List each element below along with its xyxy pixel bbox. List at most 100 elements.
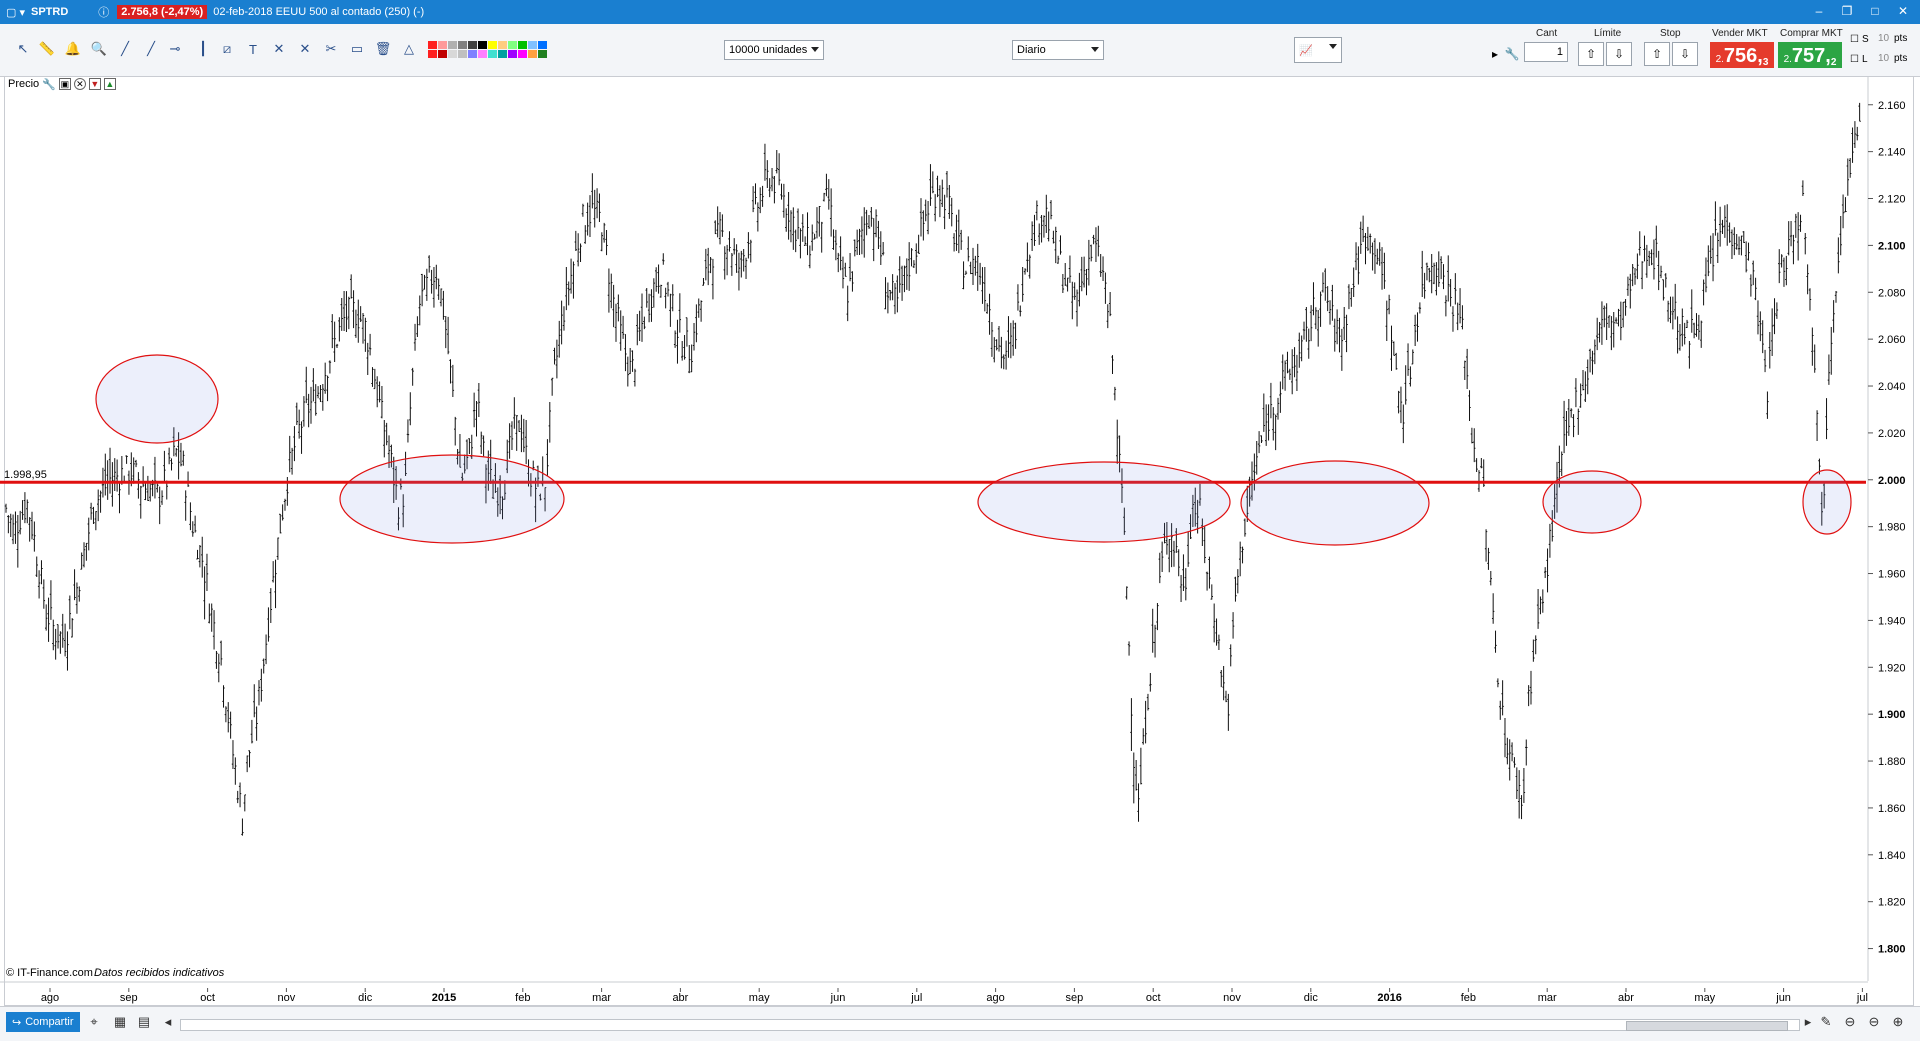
- vertical-line-icon[interactable]: ┃: [194, 40, 212, 58]
- segment-icon[interactable]: ╱: [116, 40, 134, 58]
- ohlc-bar: [584, 225, 587, 244]
- period-select[interactable]: Diario: [1012, 40, 1104, 60]
- highlight-ellipse: [1802, 469, 1852, 535]
- color-swatch[interactable]: [508, 50, 517, 58]
- zoom-icon[interactable]: 🔍: [90, 40, 108, 58]
- color-swatch[interactable]: [518, 41, 527, 49]
- color-swatch[interactable]: [498, 41, 507, 49]
- ohlc-bar: [47, 597, 50, 642]
- wrench-icon[interactable]: 🔧: [1502, 42, 1522, 66]
- ohlc-bar: [297, 409, 301, 439]
- ohlc-bar: [328, 360, 332, 374]
- color-swatch[interactable]: [468, 50, 477, 58]
- fibonacci-icon[interactable]: ✕: [270, 40, 288, 58]
- stop-pts-value[interactable]: 10: [1878, 33, 1889, 44]
- quantity-select[interactable]: 10000 unidades: [724, 40, 824, 60]
- ohlc-bar: [184, 490, 187, 521]
- ohlc-bar: [193, 515, 197, 533]
- window-icon[interactable]: ▣: [58, 78, 71, 90]
- collapse-arrow-icon[interactable]: ▸: [1488, 42, 1502, 66]
- triangle-icon[interactable]: △: [400, 40, 418, 58]
- limit-buy-button[interactable]: ⇧: [1578, 42, 1604, 66]
- color-swatch[interactable]: [538, 50, 547, 58]
- share-button[interactable]: ↪ Compartir: [6, 1012, 80, 1032]
- horizontal-scrollbar[interactable]: [180, 1019, 1800, 1031]
- ruler-icon[interactable]: 📏: [38, 40, 56, 58]
- color-swatch[interactable]: [438, 41, 447, 49]
- color-swatch[interactable]: [468, 41, 477, 49]
- limit-pts-value[interactable]: 10: [1878, 53, 1889, 64]
- crosshair-icon[interactable]: ⌖: [86, 1014, 102, 1030]
- minimize-icon[interactable]: –: [1806, 2, 1832, 20]
- color-swatch[interactable]: [508, 41, 517, 49]
- quantity-input[interactable]: 1: [1524, 42, 1568, 62]
- limit-checkbox[interactable]: ☐: [1850, 54, 1859, 65]
- cursor-icon[interactable]: ↖: [14, 40, 32, 58]
- limit-sell-button[interactable]: ⇩: [1606, 42, 1632, 66]
- zoom-out-icon[interactable]: ⊖: [1866, 1014, 1882, 1030]
- restore-icon[interactable]: ❐: [1834, 2, 1860, 20]
- stop-sell-button[interactable]: ⇩: [1672, 42, 1698, 66]
- ohlc-bar: [475, 401, 478, 437]
- horizontal-line-icon[interactable]: ⊸: [166, 40, 184, 58]
- stop-buy-button[interactable]: ⇧: [1644, 42, 1670, 66]
- color-swatch[interactable]: [498, 50, 507, 58]
- color-palette[interactable]: [428, 41, 547, 58]
- ohlc-bar: [950, 197, 953, 227]
- ohlc-bar: [1357, 246, 1360, 285]
- color-swatch[interactable]: [518, 50, 527, 58]
- color-swatch[interactable]: [478, 50, 487, 58]
- price-chart[interactable]: 1.800 1.820 1.840 1.860 1.880 1.900 1.920 1.940…: [0, 76, 1920, 1006]
- move-down-icon[interactable]: ▼: [88, 78, 101, 90]
- grid-icon[interactable]: ▤: [136, 1014, 152, 1030]
- wrench-icon[interactable]: 🔧: [42, 78, 56, 91]
- color-swatch[interactable]: [478, 41, 487, 49]
- ohlc-bar: [654, 267, 658, 292]
- window-menu-icon[interactable]: ▢ ▾: [6, 6, 25, 19]
- color-swatch[interactable]: [448, 50, 457, 58]
- color-swatch[interactable]: [488, 50, 497, 58]
- color-swatch[interactable]: [538, 41, 547, 49]
- gann-icon[interactable]: ✕: [296, 40, 314, 58]
- color-swatch[interactable]: [488, 41, 497, 49]
- text-icon[interactable]: T: [244, 40, 262, 58]
- close-icon[interactable]: ✕: [1890, 2, 1916, 20]
- channel-icon[interactable]: ⧄: [218, 40, 236, 58]
- trash-icon[interactable]: 🗑: [374, 40, 392, 58]
- sell-market-button[interactable]: 2. 756, 3: [1710, 42, 1774, 68]
- table-icon[interactable]: ▦: [112, 1014, 128, 1030]
- zoom-in-icon[interactable]: ⊕: [1890, 1014, 1906, 1030]
- ohlc-bar: [406, 419, 410, 443]
- color-swatch[interactable]: [438, 50, 447, 58]
- move-up-icon[interactable]: ▲: [103, 78, 116, 90]
- buy-price-main: 757,: [1791, 45, 1831, 67]
- ohlc-bar: [1359, 221, 1362, 254]
- color-swatch[interactable]: [458, 41, 467, 49]
- color-swatch[interactable]: [528, 50, 537, 58]
- stop-checkbox[interactable]: ☐: [1850, 34, 1859, 45]
- ohlc-bar: [94, 511, 98, 531]
- x-tick-label: may: [1694, 992, 1715, 1004]
- scrollbar-thumb[interactable]: [1626, 1021, 1788, 1031]
- alert-bell-icon[interactable]: 🔔: [64, 40, 82, 58]
- magnet-icon[interactable]: ✂: [322, 40, 340, 58]
- line-icon[interactable]: ╱: [142, 40, 160, 58]
- scroll-right-icon[interactable]: ▸: [1800, 1014, 1816, 1030]
- chart-type-select[interactable]: 📈: [1294, 37, 1342, 63]
- rectangle-icon[interactable]: ▭: [348, 40, 366, 58]
- color-swatch[interactable]: [528, 41, 537, 49]
- maximize-icon[interactable]: □: [1862, 2, 1888, 20]
- close-icon[interactable]: ✕: [73, 78, 86, 90]
- color-swatch[interactable]: [458, 50, 467, 58]
- buy-market-button[interactable]: 2. 757, 2: [1778, 42, 1842, 68]
- color-swatch[interactable]: [448, 41, 457, 49]
- scroll-left-icon[interactable]: ◂: [160, 1014, 176, 1030]
- color-swatch[interactable]: [428, 41, 437, 49]
- color-swatch[interactable]: [428, 50, 437, 58]
- ohlc-bar: [650, 289, 653, 322]
- info-icon[interactable]: ⓘ: [98, 4, 109, 20]
- indicator-icon[interactable]: ✎: [1818, 1014, 1834, 1030]
- ohlc-bar: [1676, 316, 1679, 354]
- ohlc-bar: [936, 175, 939, 198]
- zoom-fit-icon[interactable]: ⊖: [1842, 1014, 1858, 1030]
